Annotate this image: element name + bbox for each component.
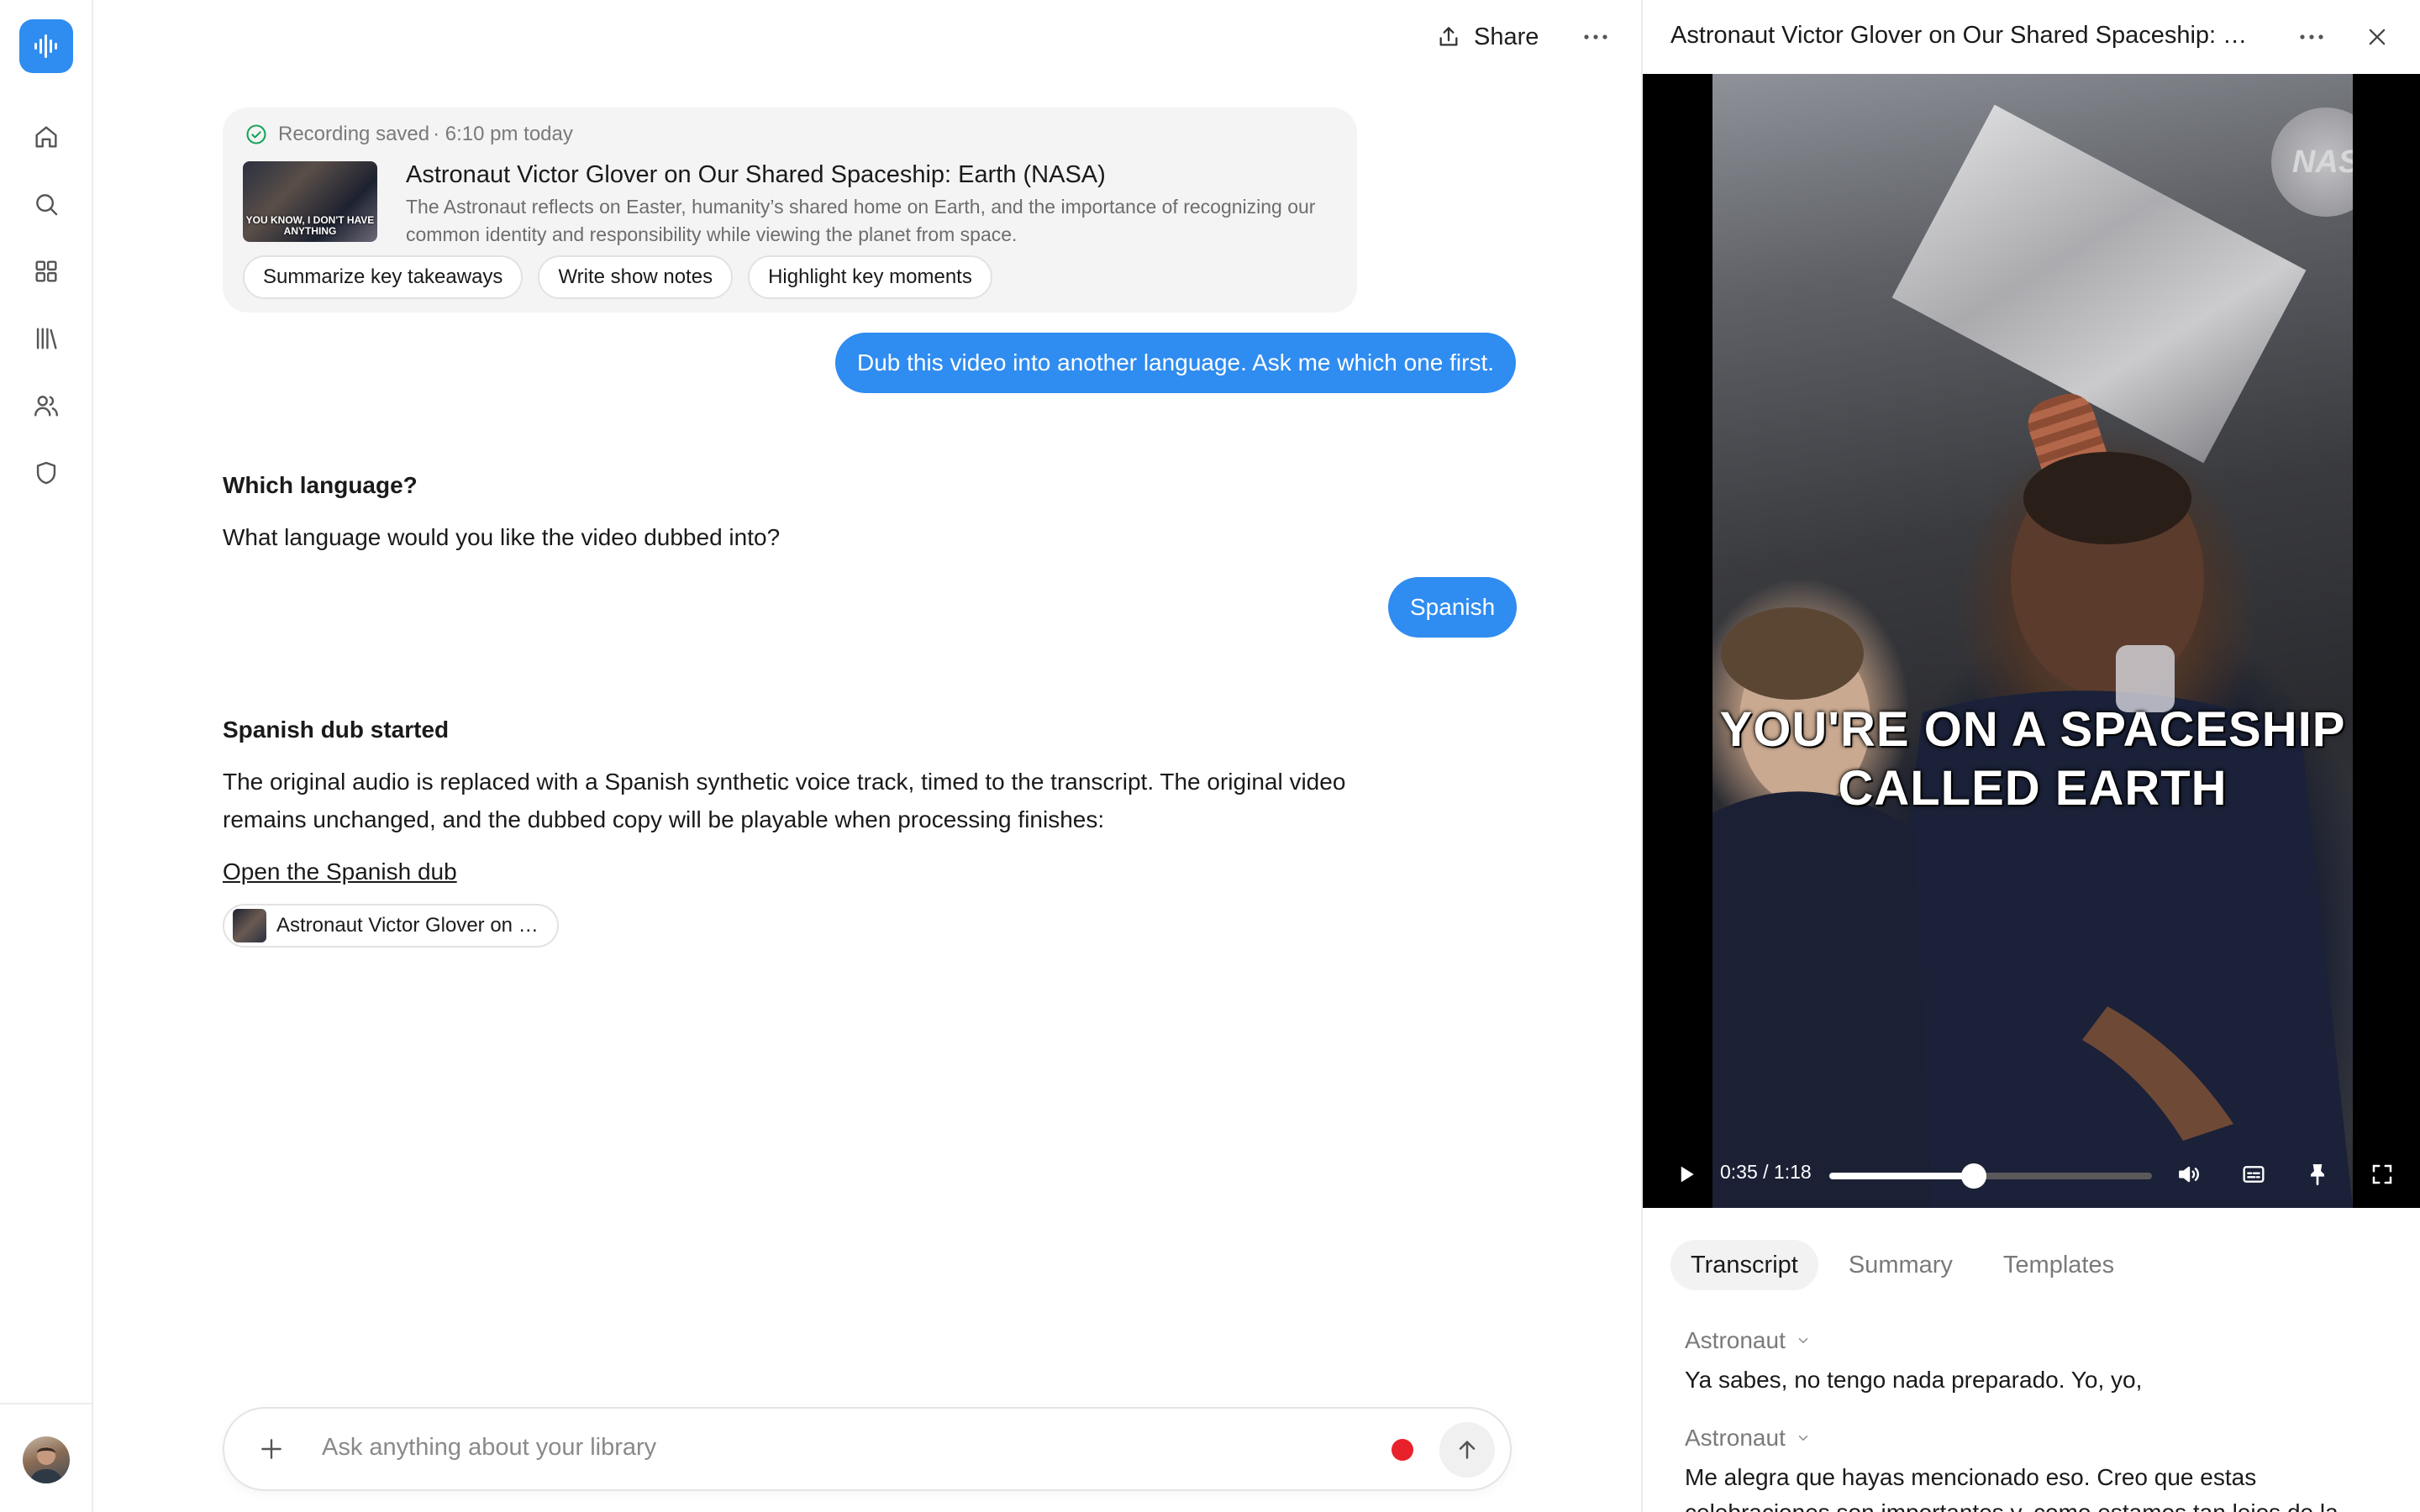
tab-summary[interactable]: Summary bbox=[1828, 1240, 1973, 1290]
recording-status-text: Recording saved bbox=[278, 123, 430, 145]
recording-time: · 6:10 pm today bbox=[433, 123, 573, 145]
share-button[interactable]: Share bbox=[1435, 18, 1539, 55]
sidebar-item-home[interactable] bbox=[21, 112, 71, 162]
shield-icon bbox=[36, 461, 56, 485]
send-button[interactable] bbox=[1439, 1422, 1495, 1478]
transcript-text: Ya sabes, no tengo nada preparado. Yo, y… bbox=[1685, 1367, 2143, 1393]
seek-bar-progress bbox=[1829, 1173, 1975, 1179]
check-circle-icon bbox=[246, 124, 266, 144]
open-spanish-dub-link[interactable]: Open the Spanish dub bbox=[223, 858, 457, 885]
users-icon bbox=[34, 396, 58, 417]
assistant-text-2: The original audio is replaced with a Sp… bbox=[223, 769, 1346, 832]
add-attachment-button[interactable] bbox=[253, 1431, 290, 1467]
speaker-label: Astronaut bbox=[1685, 1425, 1786, 1451]
attachment-label: Astronaut Victor Glover on … bbox=[276, 914, 539, 937]
seek-bar[interactable] bbox=[1829, 1163, 2152, 1189]
sidebar bbox=[0, 0, 93, 1512]
speaker-label: Astronaut bbox=[1685, 1327, 1786, 1353]
more-options-button[interactable] bbox=[1576, 18, 1616, 55]
close-icon bbox=[2369, 29, 2386, 45]
pin-button[interactable] bbox=[2299, 1156, 2336, 1193]
user-message-1: Dub this video into another language. As… bbox=[835, 333, 1516, 393]
transcript-speaker[interactable]: Astronaut bbox=[1685, 1327, 1811, 1354]
video-controls: 0:35 / 1:18 bbox=[1643, 1141, 2420, 1208]
play-icon bbox=[1681, 1166, 1694, 1183]
panel-tabs: Transcript Summary Templates bbox=[1670, 1240, 2134, 1290]
suggestion-chips: Summarize key takeaways Write show notes… bbox=[243, 255, 992, 299]
chip-write-show-notes[interactable]: Write show notes bbox=[538, 255, 734, 299]
fullscreen-button[interactable] bbox=[2364, 1156, 2401, 1193]
volume-icon bbox=[2179, 1166, 2199, 1183]
video-time: 0:35 / 1:18 bbox=[1720, 1161, 1812, 1183]
sidebar-item-people[interactable] bbox=[21, 381, 71, 431]
assistant-heading-1: Which language? bbox=[223, 472, 418, 498]
tab-transcript[interactable]: Transcript bbox=[1670, 1240, 1818, 1290]
chevron-down-icon bbox=[1798, 1338, 1808, 1344]
record-button[interactable] bbox=[1392, 1439, 1413, 1461]
transcript-text: Me alegra que hayas mencionado eso. Creo… bbox=[1685, 1464, 2338, 1512]
attachment-thumbnail bbox=[233, 909, 266, 942]
sidebar-item-library[interactable] bbox=[21, 313, 71, 364]
transcript-speaker[interactable]: Astronaut bbox=[1685, 1425, 1811, 1452]
assistant-heading-2: Spanish dub started bbox=[223, 717, 450, 743]
grid-icon bbox=[35, 260, 57, 282]
play-button[interactable] bbox=[1668, 1156, 1705, 1193]
arrow-up-icon bbox=[1459, 1441, 1476, 1459]
composer: Ask anything about your library bbox=[223, 1407, 1512, 1491]
recording-thumbnail[interactable]: YOU KNOW, I DON'T HAVE ANYTHING bbox=[243, 161, 377, 242]
user-message-2: Spanish bbox=[1388, 577, 1518, 638]
media-panel: Astronaut Victor Glover on Our Shared Sp… bbox=[1641, 0, 2420, 1512]
plus-icon bbox=[261, 1439, 281, 1459]
assistant-text-1: What language would you like the video d… bbox=[223, 524, 781, 550]
chip-summarize-key-takeaways[interactable]: Summarize key takeaways bbox=[243, 255, 523, 299]
pin-icon bbox=[2311, 1164, 2324, 1186]
video-frame: NAS YOU'RE ON A SPACESHIP CALLED EARTH bbox=[1712, 74, 2353, 1208]
chat-main: Share Recording saved · 6:10 pm today YO… bbox=[93, 0, 1641, 1512]
captions-icon bbox=[2243, 1166, 2265, 1183]
volume-button[interactable] bbox=[2170, 1156, 2207, 1193]
chevron-down-icon bbox=[1798, 1436, 1808, 1441]
video-scene bbox=[1712, 452, 2353, 1208]
recording-card: Recording saved · 6:10 pm today YOU KNOW… bbox=[223, 108, 1357, 312]
video-player[interactable]: NAS YOU'RE ON A SPACESHIP CALLED EARTH 0… bbox=[1643, 74, 2420, 1208]
video-caption: YOU'RE ON A SPACESHIP CALLED EARTH bbox=[1719, 702, 2346, 816]
avatar-image bbox=[29, 1446, 63, 1483]
chip-highlight-key-moments[interactable]: Highlight key moments bbox=[748, 255, 992, 299]
sidebar-item-security[interactable] bbox=[21, 448, 71, 498]
panel-more-button[interactable] bbox=[2291, 17, 2332, 57]
tab-templates[interactable]: Templates bbox=[1983, 1240, 2134, 1290]
composer-input[interactable]: Ask anything about your library bbox=[322, 1434, 656, 1462]
share-label: Share bbox=[1474, 23, 1539, 50]
app-logo[interactable] bbox=[19, 19, 73, 73]
sidebar-item-apps[interactable] bbox=[21, 246, 71, 297]
waveform-icon bbox=[34, 34, 57, 58]
recording-title[interactable]: Astronaut Victor Glover on Our Shared Sp… bbox=[406, 161, 1106, 189]
recording-status: Recording saved · 6:10 pm today bbox=[245, 123, 573, 146]
panel-close-button[interactable] bbox=[2357, 17, 2397, 57]
search-icon bbox=[36, 194, 58, 216]
share-icon bbox=[1439, 27, 1458, 46]
thumbnail-caption: YOU KNOW, I DON'T HAVE ANYTHING bbox=[245, 214, 375, 237]
captions-button[interactable] bbox=[2235, 1156, 2272, 1193]
avatar[interactable] bbox=[23, 1436, 70, 1483]
more-horizontal-icon bbox=[2300, 34, 2323, 39]
attachment-chip[interactable]: Astronaut Victor Glover on … bbox=[223, 904, 559, 948]
home-icon bbox=[35, 126, 57, 148]
sidebar-footer bbox=[0, 1403, 93, 1512]
library-icon bbox=[36, 328, 57, 349]
seek-bar-handle[interactable] bbox=[1961, 1163, 1987, 1189]
sidebar-item-search[interactable] bbox=[21, 179, 71, 229]
recording-description: The Astronaut reflects on Easter, humani… bbox=[406, 196, 1316, 245]
fullscreen-icon bbox=[2372, 1164, 2392, 1184]
panel-title: Astronaut Victor Glover on Our Shared Sp… bbox=[1670, 22, 2259, 49]
more-horizontal-icon bbox=[1584, 34, 1607, 39]
